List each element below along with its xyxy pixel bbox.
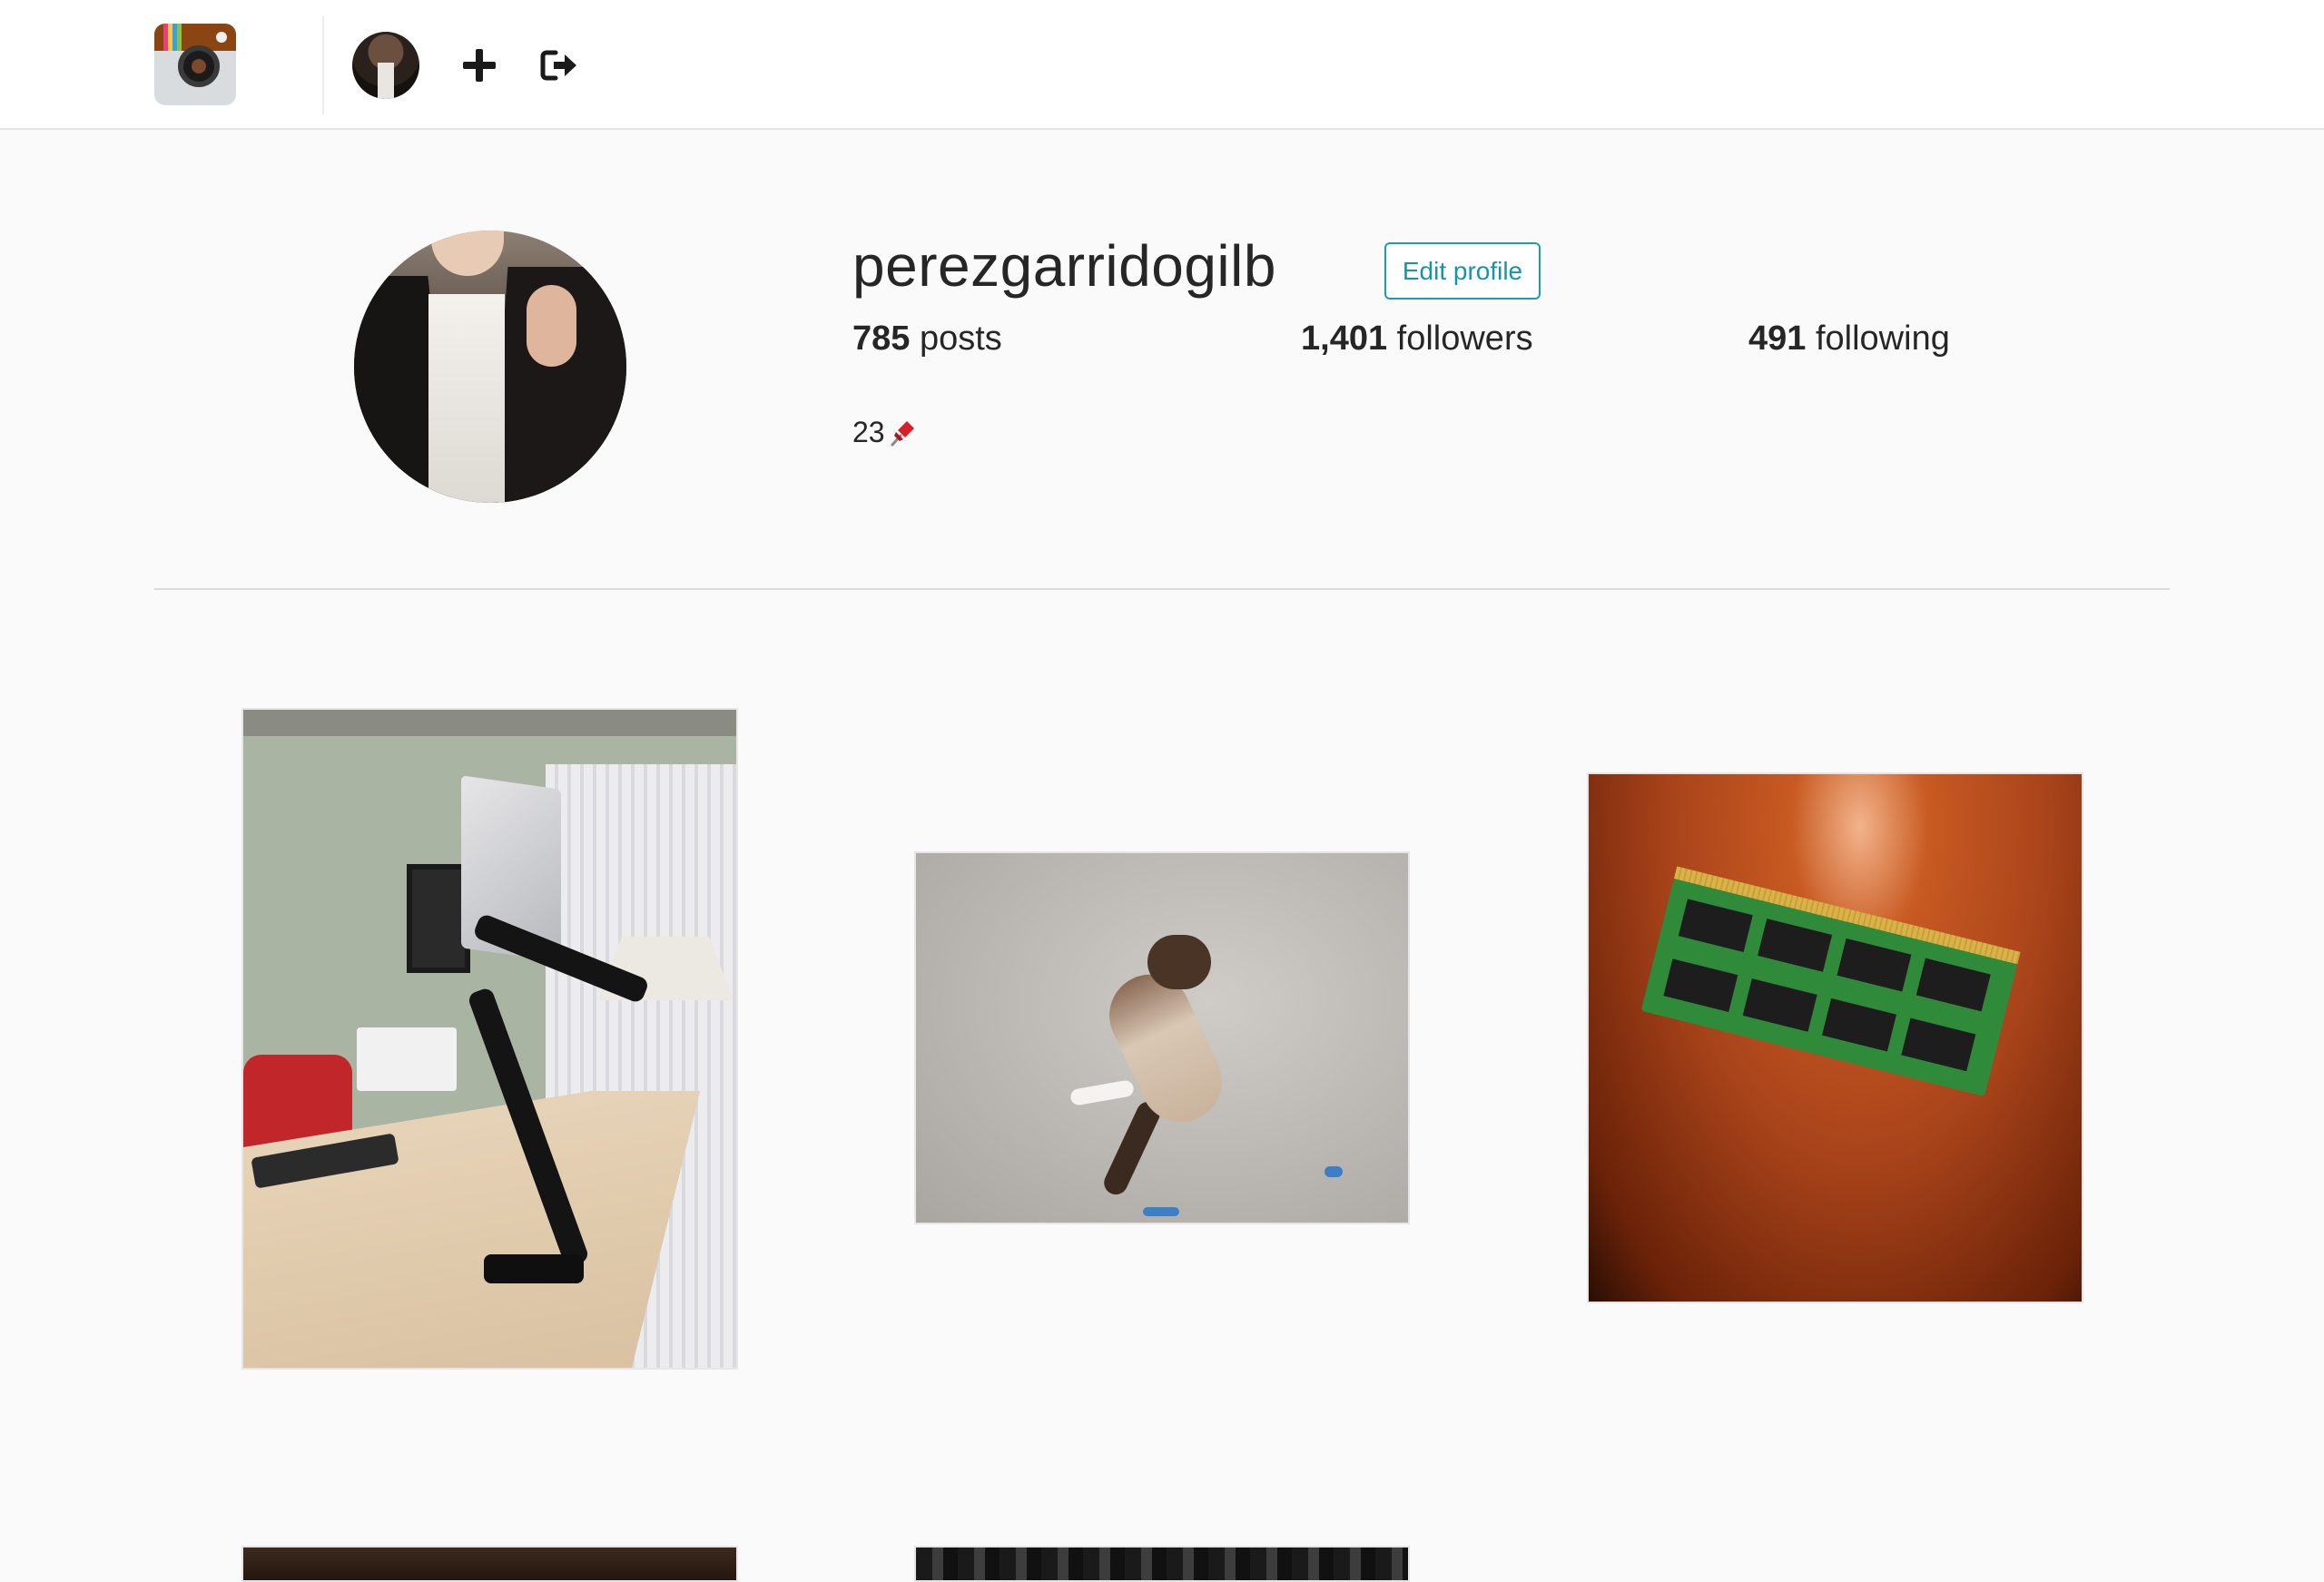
profile-bio: 23 xyxy=(852,416,918,449)
edit-profile-button[interactable]: Edit profile xyxy=(1384,242,1541,300)
plus-icon[interactable] xyxy=(454,40,505,91)
nav-divider xyxy=(322,16,324,114)
following-count: 491 xyxy=(1748,319,1807,358)
posts-count: 785 xyxy=(852,319,911,358)
post-thumbnail[interactable] xyxy=(241,708,738,1370)
pushpin-icon xyxy=(887,418,918,448)
post-thumbnail[interactable] xyxy=(914,851,1410,1224)
followers-label: followers xyxy=(1396,319,1533,358)
profile-avatar[interactable] xyxy=(354,231,626,503)
post-thumbnail[interactable] xyxy=(241,1546,738,1582)
followers-count: 1,401 xyxy=(1301,319,1388,358)
bio-text: 23 xyxy=(852,416,885,448)
followers-stat[interactable]: 1,401 followers xyxy=(1301,319,1533,359)
sign-out-icon[interactable] xyxy=(534,40,585,91)
camera-logo-icon[interactable] xyxy=(154,24,236,105)
profile-username: perezgarridogilb xyxy=(852,233,1276,299)
post-thumbnail[interactable] xyxy=(914,1546,1410,1582)
posts-stat: 785 posts xyxy=(852,319,1002,359)
following-label: following xyxy=(1815,319,1950,358)
top-navbar xyxy=(0,0,2324,130)
section-divider xyxy=(154,588,2170,590)
following-stat[interactable]: 491 following xyxy=(1748,319,1950,359)
posts-label: posts xyxy=(919,319,1002,358)
post-thumbnail[interactable] xyxy=(1587,772,2083,1303)
nav-avatar[interactable] xyxy=(352,32,419,99)
